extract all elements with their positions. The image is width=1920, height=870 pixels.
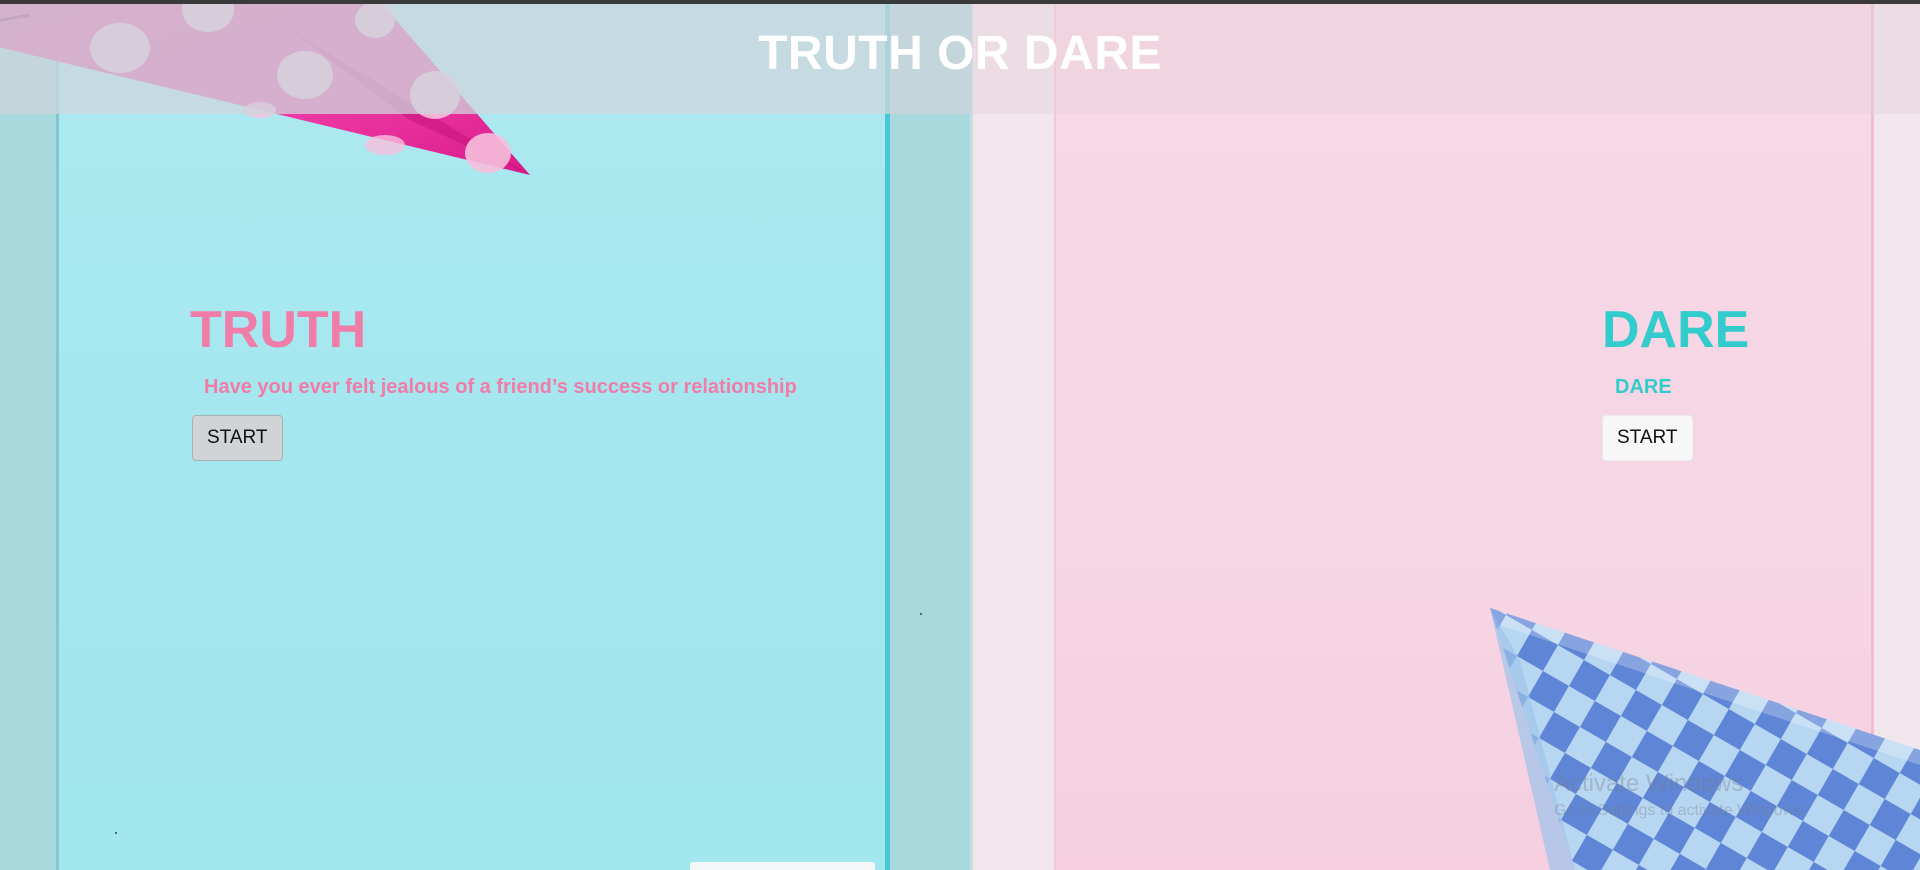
background-paper-edge [690, 862, 875, 870]
page-title: TRUTH OR DARE [758, 27, 1162, 80]
background-divider [970, 4, 973, 870]
dare-challenge: DARE [1615, 376, 1672, 398]
background-speck [115, 832, 117, 834]
truth-question: Have you ever felt jealous of a friend’s… [204, 376, 797, 398]
watermark-subtitle: Go to Settings to activate Windows. [1554, 802, 1807, 819]
activation-watermark: Activate Windows Go to Settings to activ… [1554, 770, 1807, 820]
truth-start-button[interactable]: START [192, 415, 283, 461]
dare-heading: DARE [1602, 301, 1750, 359]
truth-heading: TRUTH [190, 301, 367, 359]
background-speck [920, 613, 922, 615]
watermark-title: Activate Windows [1554, 770, 1744, 797]
blue-party-hat-icon [1490, 608, 1920, 870]
dare-start-button[interactable]: START [1602, 415, 1693, 461]
top-border [0, 0, 1920, 4]
truth-or-dare-page: TRUTH OR DARE TRUTH Have you ever felt j… [0, 0, 1920, 870]
